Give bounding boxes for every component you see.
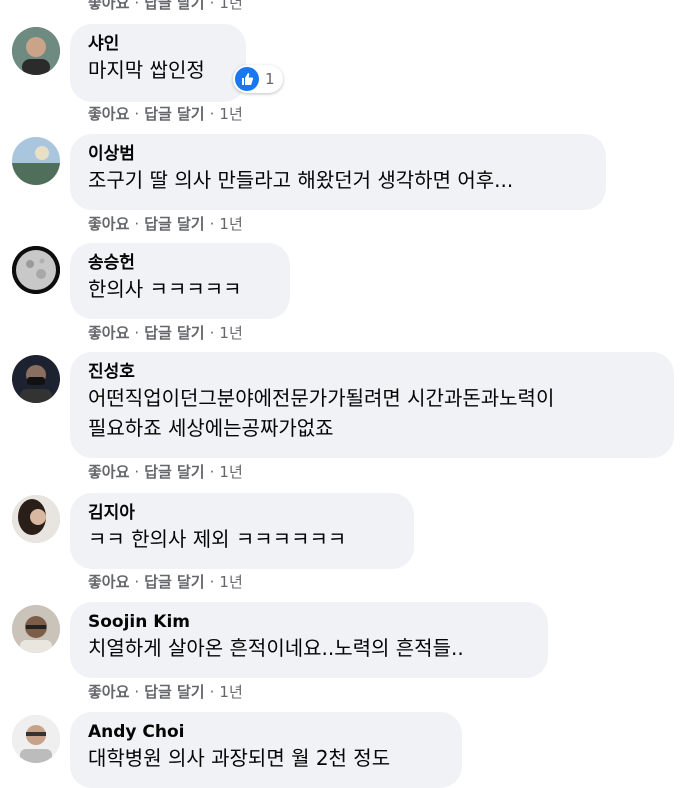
reply-link[interactable]: 답글 달기 [144, 105, 204, 123]
comment-text: 조구기 딸 의사 만들라고 해왔던거 생각하면 어후... [88, 168, 514, 192]
reply-link[interactable]: 답글 달기 [144, 324, 204, 342]
comment-actions: 좋아요 · 답글 달기 · 1년 [88, 324, 243, 342]
comment-bubble: 진성호 어떤직업이던그분야에전문가가될려면 시간과돈과노력이 필요하죠 세상에는… [70, 352, 674, 458]
timestamp[interactable]: 1년 [219, 683, 242, 701]
timestamp[interactable]: 1년 [219, 463, 242, 481]
comment-actions: 좋아요 · 답글 달기 · 1년 [88, 0, 243, 13]
comment-actions: 좋아요 · 답글 달기 · 1년 [88, 463, 243, 481]
timestamp[interactable]: 1년 [219, 324, 242, 342]
comment-text: 마지막 쌉인정 [88, 58, 205, 82]
comment-actions: 좋아요 · 답글 달기 · 1년 [88, 105, 243, 123]
avatar[interactable] [12, 605, 60, 653]
comment-text: 대학병원 의사 과장되면 월 2천 정도 [88, 746, 391, 770]
avatar[interactable] [12, 715, 60, 763]
like-link[interactable]: 좋아요 [88, 215, 129, 233]
avatar[interactable] [12, 137, 60, 185]
thumbs-up-icon [235, 67, 259, 91]
timestamp[interactable]: 1년 [219, 0, 242, 12]
comment-bubble: Andy Choi 대학병원 의사 과장되면 월 2천 정도 [70, 712, 462, 788]
commenter-name[interactable]: 샤인 [88, 33, 228, 55]
comment-text: 한의사 ㅋㅋㅋㅋㅋ [88, 277, 242, 301]
reply-link[interactable]: 답글 달기 [144, 573, 204, 591]
comment-actions: 좋아요 · 답글 달기 · 1년 [88, 215, 243, 233]
reply-link[interactable]: 답글 달기 [144, 215, 204, 233]
comment-bubble: Soojin Kim 치열하게 살아온 흔적이네요..노력의 흔적들.. [70, 602, 548, 678]
avatar[interactable] [12, 246, 60, 294]
comment-bubble: 이상범 조구기 딸 의사 만들라고 해왔던거 생각하면 어후... [70, 134, 606, 210]
reply-link[interactable]: 답글 달기 [144, 683, 204, 701]
comment-text: 어떤직업이던그분야에전문가가될려면 시간과돈과노력이 [88, 386, 555, 410]
reaction-count: 1 [265, 70, 275, 88]
commenter-name[interactable]: 송승헌 [88, 252, 272, 274]
commenter-name[interactable]: 진성호 [88, 361, 656, 383]
like-link[interactable]: 좋아요 [88, 324, 129, 342]
like-link[interactable]: 좋아요 [88, 463, 129, 481]
like-link[interactable]: 좋아요 [88, 573, 129, 591]
comment-text: 치열하게 살아온 흔적이네요..노력의 흔적들.. [88, 636, 464, 660]
timestamp[interactable]: 1년 [219, 105, 242, 123]
timestamp[interactable]: 1년 [219, 573, 242, 591]
reply-link[interactable]: 답글 달기 [144, 0, 204, 12]
avatar[interactable] [12, 355, 60, 403]
timestamp[interactable]: 1년 [219, 215, 242, 233]
comment-bubble: 송승헌 한의사 ㅋㅋㅋㅋㅋ [70, 243, 290, 319]
like-link[interactable]: 좋아요 [88, 683, 129, 701]
comment-text: 필요하죠 세상에는공짜가없죠 [88, 416, 334, 440]
reaction-badge[interactable]: 1 [233, 65, 283, 93]
avatar[interactable] [12, 495, 60, 543]
like-link[interactable]: 좋아요 [88, 105, 129, 123]
avatar[interactable] [12, 27, 60, 75]
comment-actions: 좋아요 · 답글 달기 · 1년 [88, 573, 243, 591]
commenter-name[interactable]: Andy Choi [88, 721, 444, 743]
commenter-name[interactable]: Soojin Kim [88, 611, 530, 633]
comment-actions: 좋아요 · 답글 달기 · 1년 [88, 683, 243, 701]
comment-bubble: 김지아 ㅋㅋ 한의사 제외 ㅋㅋㅋㅋㅋㅋ [70, 493, 414, 569]
commenter-name[interactable]: 이상범 [88, 143, 588, 165]
commenter-name[interactable]: 김지아 [88, 502, 396, 524]
comment-bubble: 샤인 마지막 쌉인정 [70, 24, 246, 102]
reply-link[interactable]: 답글 달기 [144, 463, 204, 481]
comment-text: ㅋㅋ 한의사 제외 ㅋㅋㅋㅋㅋㅋ [88, 527, 347, 551]
like-link[interactable]: 좋아요 [88, 0, 129, 12]
